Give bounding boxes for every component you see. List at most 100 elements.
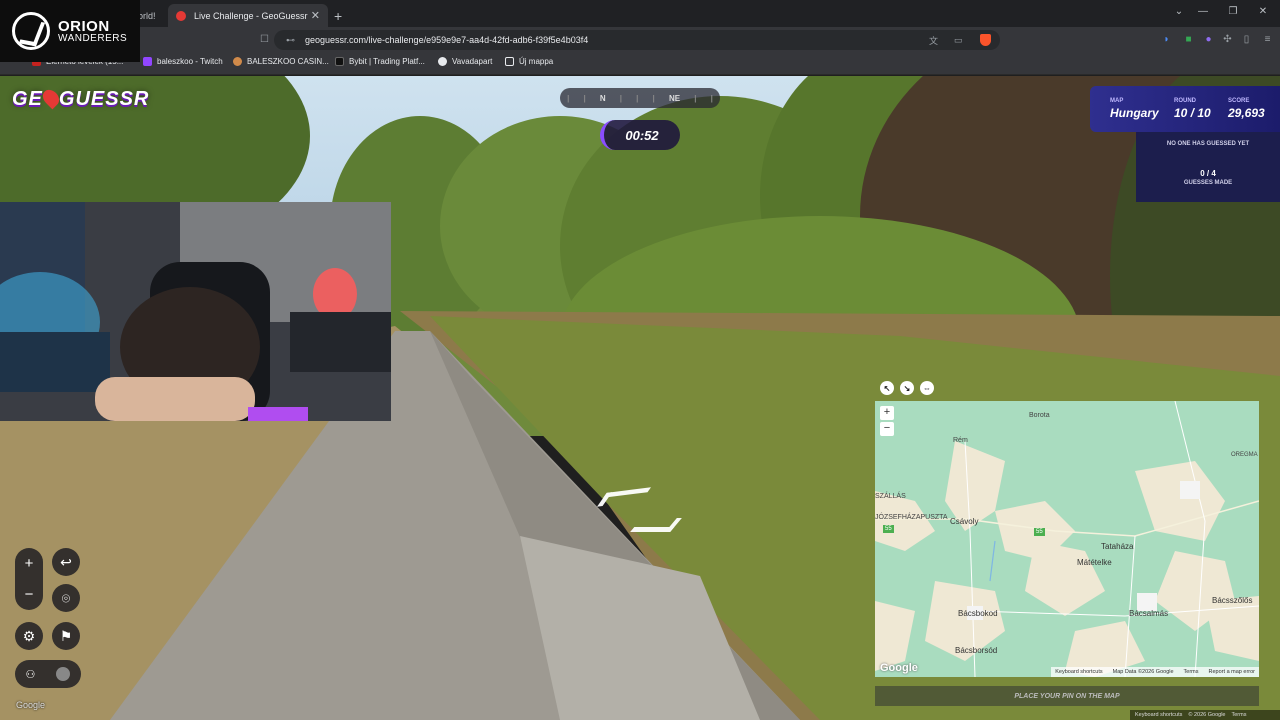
game-status-bar: MAP Hungary ROUND 10 / 10 SCORE 29,693 <box>1090 86 1280 132</box>
bookmark-casino[interactable]: BALESZKOO CASIN... <box>233 57 329 66</box>
sidebar-icon[interactable]: ▯ <box>1241 34 1252 45</box>
map-value: Hungary <box>1110 106 1159 120</box>
players-toggle[interactable]: ⚇ <box>15 660 81 688</box>
bookmark-vavadapart[interactable]: Vavadapart <box>438 57 492 66</box>
undo-arrow-icon: ↩ <box>60 553 72 570</box>
bookmark-label: BALESZKOO CASIN... <box>247 57 329 66</box>
bookmark-twitch[interactable]: baleszkoo - Twitch <box>143 57 223 66</box>
road-badge-55: 55 <box>1034 528 1045 536</box>
map-label-bacsszolos: Bácsszőlős <box>1212 596 1253 605</box>
menu-icon[interactable]: ≡ <box>1262 34 1273 45</box>
brave-shield-icon[interactable] <box>980 34 991 46</box>
close-tab-icon[interactable]: ✕ <box>311 9 320 22</box>
extension-purple-icon[interactable]: ● <box>1203 34 1214 45</box>
twitch-icon <box>143 57 152 66</box>
compass: | | N | | | NE | | <box>560 88 720 108</box>
gear-icon: ⚙ <box>22 627 36 644</box>
compass-north: N <box>599 93 606 103</box>
extension-green-icon[interactable]: ■ <box>1183 34 1194 45</box>
wallet-icon[interactable]: ◗ <box>1161 34 1172 45</box>
map-pin-toggle-icon[interactable]: ⇔ <box>920 381 934 395</box>
zoom-out-button[interactable]: − <box>15 579 43 610</box>
tab-live-challenge[interactable]: Live Challenge - GeoGuessr ✕ <box>168 4 328 27</box>
flag-button[interactable]: ⚑ <box>52 622 80 650</box>
tab-previous-label: orld! <box>138 10 156 21</box>
return-to-start-button[interactable]: ⌾ <box>52 584 80 612</box>
tab-search-chevron-icon[interactable]: ⌄ <box>1168 6 1190 17</box>
street-view-footer: Keyboard shortcuts © 2026 Google Terms <box>1130 710 1280 720</box>
site-info-icon[interactable]: ⊷ <box>286 35 295 46</box>
orion-logo-icon <box>12 12 50 50</box>
score-label: SCORE <box>1228 98 1250 104</box>
place-pin-button[interactable]: PLACE YOUR PIN ON THE MAP <box>875 686 1259 706</box>
guesses-count: 0 / 4 <box>1200 169 1216 178</box>
score-value: 29,693 <box>1228 106 1265 120</box>
pin-icon <box>39 86 63 110</box>
geoguessr-favicon-icon <box>176 10 186 21</box>
map-zoom-in-button[interactable]: + <box>880 406 894 420</box>
extensions-puzzle-icon[interactable]: ✣ <box>1222 34 1233 45</box>
webcam-image <box>0 202 391 421</box>
guesses-label: GUESSES MADE <box>1183 180 1233 186</box>
map-label-bacsalmas: Bácsalmás <box>1129 609 1169 618</box>
map-terms-link[interactable]: Terms <box>1184 669 1199 675</box>
map-label-szallas: SZÁLLÁS <box>875 493 906 500</box>
no-guess-text: NO ONE HAS GUESSED YET <box>1166 141 1250 147</box>
guess-map[interactable]: + − Borota Rém SZÁLLÁS JÓZSEFHÁZAPUSZTA … <box>875 401 1259 677</box>
translate-icon[interactable]: 文 <box>929 34 938 47</box>
zoom-in-button[interactable]: + <box>15 548 43 579</box>
map-footer: Keyboard shortcuts Map Data ©2026 Google… <box>1051 667 1259 677</box>
bookmark-label: Új mappa <box>519 57 554 66</box>
tab-active-label: Live Challenge - GeoGuessr <box>194 10 308 21</box>
brand-line-2: WANDERERS <box>58 32 128 44</box>
map-google-logo: Google <box>880 662 918 674</box>
map-label-csavoly: Csávoly <box>950 517 979 526</box>
minimize-button[interactable]: — <box>1192 6 1214 17</box>
score-stat: SCORE 29,693 <box>1228 98 1265 120</box>
stream-overlay-logo: ORION WANDERERS <box>0 0 140 62</box>
sv-keyboard-shortcuts-link[interactable]: Keyboard shortcuts <box>1135 712 1182 718</box>
map-zoom-out-button[interactable]: − <box>880 422 894 436</box>
url-text: geoguessr.com/live-challenge/e959e9e7-aa… <box>305 35 589 45</box>
guesses-panel: NO ONE HAS GUESSED YET 0 / 4 GUESSES MAD… <box>1136 132 1280 202</box>
address-bar[interactable]: ⊷ geoguessr.com/live-challenge/e959e9e7-… <box>274 30 1000 50</box>
browser-toolbar: ☐ ⊷ geoguessr.com/live-challenge/e959e9e… <box>0 27 1280 52</box>
bookmark-folder[interactable]: Új mappa <box>505 57 553 66</box>
restore-button[interactable]: ❐ <box>1222 6 1244 17</box>
round-timer: 00:52 <box>600 120 680 150</box>
map-label-oregma: OREGMA <box>1231 452 1258 458</box>
bookmark-star-icon[interactable]: ☐ <box>259 34 270 45</box>
compass-northeast: NE <box>668 93 681 103</box>
bookmark-label: baleszkoo - Twitch <box>157 57 223 66</box>
map-shrink-icon[interactable]: ↘ <box>900 381 914 395</box>
bookmarks-bar: Elérhető levelek (15... baleszkoo - Twit… <box>0 52 1280 75</box>
road-badge-55-west: 55 <box>883 525 894 533</box>
sv-terms-link[interactable]: Terms <box>1231 712 1246 718</box>
bookmark-bybit[interactable]: Bybit | Trading Platf... <box>335 57 425 66</box>
sv-copyright: © 2026 Google <box>1188 712 1226 718</box>
map-report-error-link[interactable]: Report a map error <box>1209 669 1255 675</box>
round-label: ROUND <box>1174 98 1196 104</box>
map-label: MAP <box>1110 98 1124 104</box>
undo-move-button[interactable]: ↩ <box>52 548 80 576</box>
tab-previous[interactable]: orld! <box>138 4 166 27</box>
close-window-button[interactable]: ✕ <box>1252 6 1274 17</box>
bookmark-label: Vavadapart <box>452 57 493 66</box>
map-label-rem: Rém <box>953 437 968 444</box>
map-size-controls: ↖ ↘ ⇔ <box>880 381 934 395</box>
street-view-google-logo: Google <box>16 700 46 710</box>
map-label-bacsborsod: Bácsborsód <box>955 646 998 655</box>
geoguessr-logo[interactable]: GE GUESSR <box>12 86 149 111</box>
new-tab-button[interactable]: + <box>334 4 348 27</box>
cast-icon[interactable]: ▭ <box>954 35 963 46</box>
webcam-feed <box>0 202 391 421</box>
map-enlarge-icon[interactable]: ↖ <box>880 381 894 395</box>
map-label-bacsbokod: Bácsbokod <box>958 609 998 618</box>
flag-icon: ⚑ <box>59 627 73 644</box>
settings-button[interactable]: ⚙ <box>15 622 43 650</box>
location-pin-icon: ⌾ <box>61 589 71 606</box>
map-data-credit: Map Data ©2026 Google <box>1112 669 1174 675</box>
avatar <box>56 667 71 681</box>
map-label-jozsefhazapuszta: JÓZSEFHÁZAPUSZTA <box>875 514 948 521</box>
map-keyboard-shortcuts-link[interactable]: Keyboard shortcuts <box>1055 669 1102 675</box>
